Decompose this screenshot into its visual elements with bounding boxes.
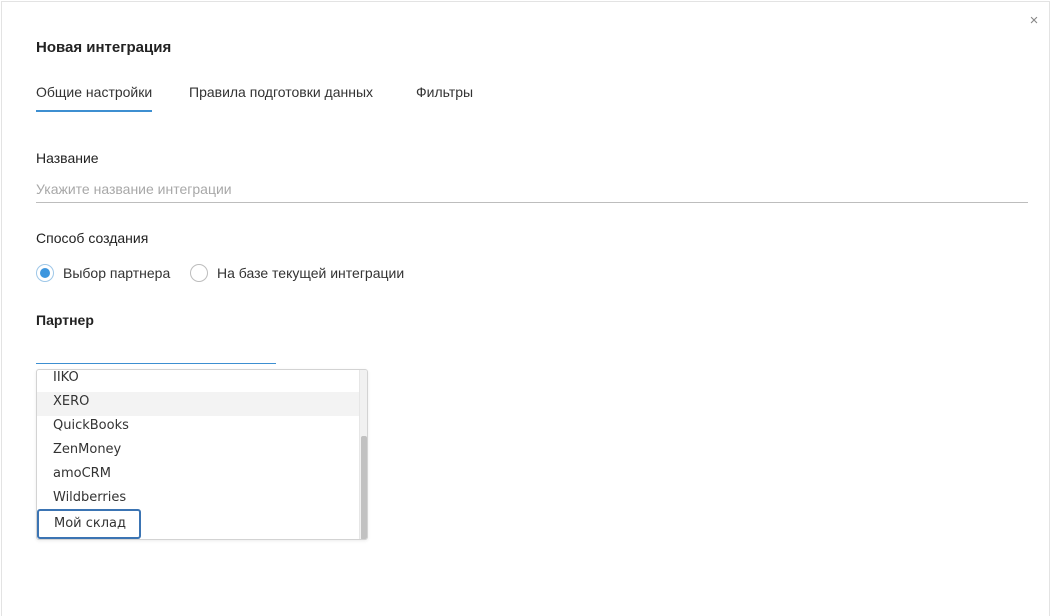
radio-partner-choice-label: Выбор партнера <box>63 265 171 281</box>
partner-option-amocrm[interactable]: amoCRM <box>37 464 360 488</box>
name-label: Название <box>36 150 99 166</box>
close-icon[interactable]: × <box>1027 12 1041 30</box>
tab-general-settings[interactable]: Общие настройки <box>36 84 153 112</box>
tab-data-preparation-rules[interactable]: Правила подготовки данных <box>189 84 373 110</box>
creation-method-label: Способ создания <box>36 230 149 246</box>
partner-option-zenmoney[interactable]: ZenMoney <box>37 440 360 464</box>
integration-name-input[interactable] <box>36 176 1028 203</box>
dialog-title: Новая интеграция <box>36 39 172 56</box>
dropdown-scrollbar[interactable] <box>359 370 367 539</box>
partner-label: Партнер <box>36 312 94 328</box>
radio-partner-choice[interactable]: Выбор партнера <box>36 264 170 282</box>
radio-checked-icon <box>36 264 54 282</box>
partner-option-iiko[interactable]: IIKO <box>37 370 360 392</box>
partner-option-quickbooks[interactable]: QuickBooks <box>37 416 360 440</box>
radio-unchecked-icon <box>190 264 208 282</box>
partner-option-xero[interactable]: XERO <box>37 392 360 416</box>
scrollbar-thumb[interactable] <box>361 436 367 539</box>
tab-filters[interactable]: Фильтры <box>416 84 473 110</box>
radio-dot-icon <box>40 268 50 278</box>
integration-dialog: × Новая интеграция Общие настройки Прави… <box>1 1 1050 616</box>
partner-select[interactable] <box>36 341 276 364</box>
radio-based-on-current[interactable]: На базе текущей интеграции <box>190 264 404 282</box>
partner-option-moy-sklad[interactable]: Мой склад <box>37 509 141 539</box>
radio-based-on-current-label: На базе текущей интеграции <box>217 265 405 281</box>
partner-dropdown-list[interactable]: IIKO XERO QuickBooks ZenMoney amoCRM Wil… <box>36 369 368 540</box>
